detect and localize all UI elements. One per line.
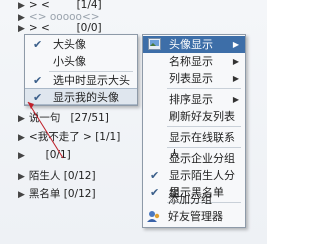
arrow-head-icon: [28, 102, 34, 109]
annotation-arrow: [27, 101, 64, 159]
